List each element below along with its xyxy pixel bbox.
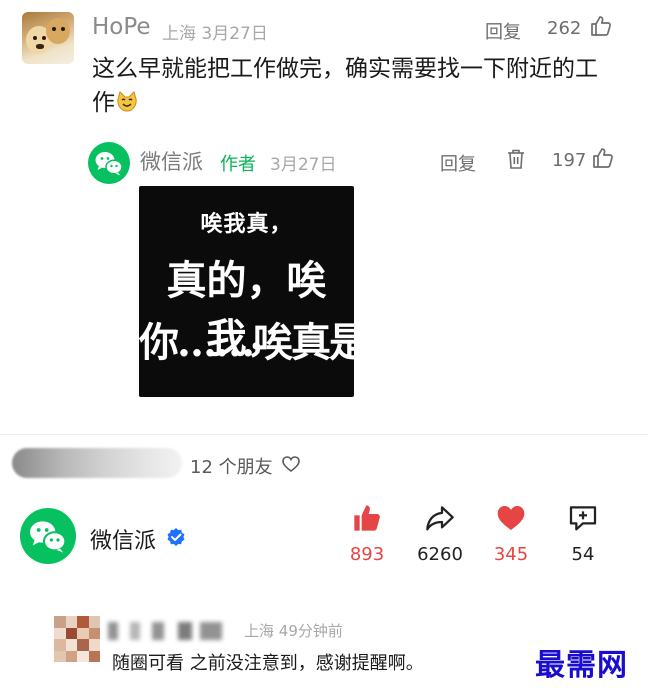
comment-location: 上海: [244, 622, 275, 640]
thumbs-up-icon[interactable]: [591, 146, 615, 174]
friends-liked-label[interactable]: 12 个朋友: [190, 453, 273, 479]
comment-location: 上海: [162, 24, 196, 44]
like-action-button[interactable]: 893: [337, 502, 397, 565]
meme-image[interactable]: 唉我真， 真的，唉我， 你……唉真是: [139, 186, 369, 397]
verified-badge-icon: [166, 527, 186, 551]
user-avatar-pixelated[interactable]: [54, 616, 100, 662]
comment-meta: 上海 3月27日: [162, 19, 268, 44]
wechat-logo-icon[interactable]: [20, 508, 76, 564]
like-count: 197: [552, 150, 587, 171]
meme-line-3: 你……唉真是: [139, 319, 369, 366]
like-count: 262: [547, 18, 582, 39]
divider: [0, 434, 648, 435]
account-name[interactable]: 微信派: [90, 523, 156, 555]
comment-text-content: 这么早就能把工作做完，确实需要找一下附近的工作: [92, 56, 598, 116]
reply-button[interactable]: 回复: [485, 18, 521, 44]
meme-line-1: 唉我真，: [200, 211, 293, 237]
cat-emoji-icon: [115, 90, 139, 114]
favorite-count: 345: [493, 544, 529, 565]
share-action-button[interactable]: 6260: [410, 502, 470, 565]
comment-text: 这么早就能把工作做完，确实需要找一下附近的工作: [92, 52, 612, 120]
comment-author-name[interactable]: HoPe: [92, 14, 151, 40]
comment-date: 3月27日: [201, 24, 268, 44]
comment-plus-icon: [553, 502, 613, 538]
reply-author-name[interactable]: 微信派: [140, 146, 203, 176]
comment-count: 54: [571, 544, 595, 565]
user-avatar-hope[interactable]: [22, 12, 74, 64]
thumbs-up-icon[interactable]: [589, 14, 613, 42]
blurred-username[interactable]: [108, 622, 234, 640]
comment-time: 49分钟前: [278, 622, 343, 640]
share-arrow-icon: [410, 502, 470, 538]
comment-action-button[interactable]: 54: [553, 502, 613, 565]
friends-avatars-blurred[interactable]: [12, 448, 182, 478]
share-count: 6260: [417, 544, 463, 565]
like-count: 893: [349, 544, 385, 565]
trash-icon[interactable]: [506, 148, 526, 174]
heart-filled-icon: [481, 502, 541, 538]
wechat-logo-icon[interactable]: [88, 142, 130, 184]
reply-button[interactable]: 回复: [440, 150, 476, 176]
comment-text: 随圈可看 之前没注意到，感谢提醒啊。: [112, 653, 424, 674]
watermark-text: 最需网: [535, 648, 628, 683]
heart-outline-icon: [281, 455, 301, 477]
reply-date: 3月27日: [270, 155, 337, 175]
comment-meta: 上海 49分钟前: [244, 620, 343, 641]
thumbs-up-filled-icon: [337, 502, 397, 538]
favorite-action-button[interactable]: 345: [481, 502, 541, 565]
author-tag: 作者: [220, 154, 256, 175]
